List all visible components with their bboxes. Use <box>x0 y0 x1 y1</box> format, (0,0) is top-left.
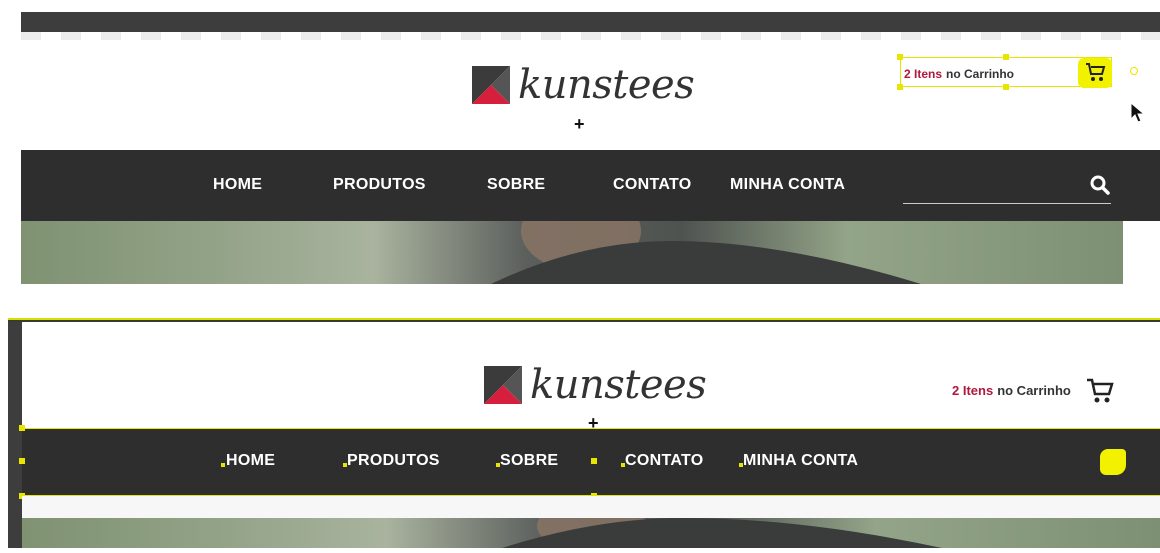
logo-mark-icon <box>472 66 510 104</box>
mouse-pointer-icon <box>1130 102 1146 123</box>
logo-text: kunstees <box>518 62 695 108</box>
nav-item-home[interactable]: HOME <box>226 452 275 470</box>
editor-background <box>1123 221 1160 284</box>
cart-count: 2 Itens <box>952 382 994 398</box>
selection-handle[interactable] <box>591 458 597 464</box>
selection-handle[interactable] <box>1003 54 1009 60</box>
site-logo[interactable]: kunstees <box>484 362 707 408</box>
nav-item-sobre[interactable]: SOBRE <box>500 452 558 470</box>
search-icon-highlight <box>1100 449 1126 475</box>
main-navigation <box>21 150 1160 221</box>
selection-handle[interactable] <box>19 425 25 431</box>
guide-dashes <box>21 32 1160 40</box>
cart-summary[interactable]: 2 Itens no Carrinho <box>904 67 1014 81</box>
nav-item-minha-conta[interactable]: MINHA CONTA <box>743 452 858 470</box>
text-anchor-handle <box>221 463 225 467</box>
shopping-cart-icon[interactable] <box>1085 375 1115 405</box>
editor-frame-top <box>21 12 1160 32</box>
cart-label: no Carrinho <box>946 67 1015 81</box>
crosshair-icon: + <box>574 114 585 134</box>
cart-label: no Carrinho <box>997 382 1071 398</box>
cart-count: 2 Itens <box>904 67 943 81</box>
hero-person-image <box>502 500 942 552</box>
hero-banner <box>22 500 1160 552</box>
rotate-handle[interactable] <box>1130 67 1138 75</box>
nav-item-home[interactable]: HOME <box>213 176 262 194</box>
search-icon[interactable] <box>1090 175 1110 195</box>
editor-frame-left <box>0 12 21 284</box>
nav-item-contato[interactable]: CONTATO <box>625 452 704 470</box>
site-logo[interactable]: kunstees <box>472 62 695 108</box>
logo-text: kunstees <box>530 362 707 408</box>
search-input[interactable] <box>903 203 1111 204</box>
nav-item-sobre[interactable]: SOBRE <box>487 176 545 194</box>
selection-handle[interactable] <box>19 458 25 464</box>
nav-item-contato[interactable]: CONTATO <box>613 176 692 194</box>
nav-item-produtos[interactable]: PRODUTOS <box>347 452 440 470</box>
selection-handle[interactable] <box>897 84 903 90</box>
nav-item-produtos[interactable]: PRODUTOS <box>333 176 426 194</box>
hero-person-image <box>491 221 921 284</box>
logo-mark-icon <box>484 366 522 404</box>
hero-banner <box>21 221 1123 284</box>
hero-top-gap <box>22 496 1160 518</box>
cart-summary[interactable]: 2 Itens no Carrinho <box>952 375 1115 405</box>
nav-item-minha-conta[interactable]: MINHA CONTA <box>730 176 845 194</box>
shopping-cart-icon[interactable] <box>1083 60 1107 84</box>
editor-frame-left <box>8 322 22 548</box>
selection-handle[interactable] <box>897 54 903 60</box>
selection-handle[interactable] <box>1003 84 1009 90</box>
